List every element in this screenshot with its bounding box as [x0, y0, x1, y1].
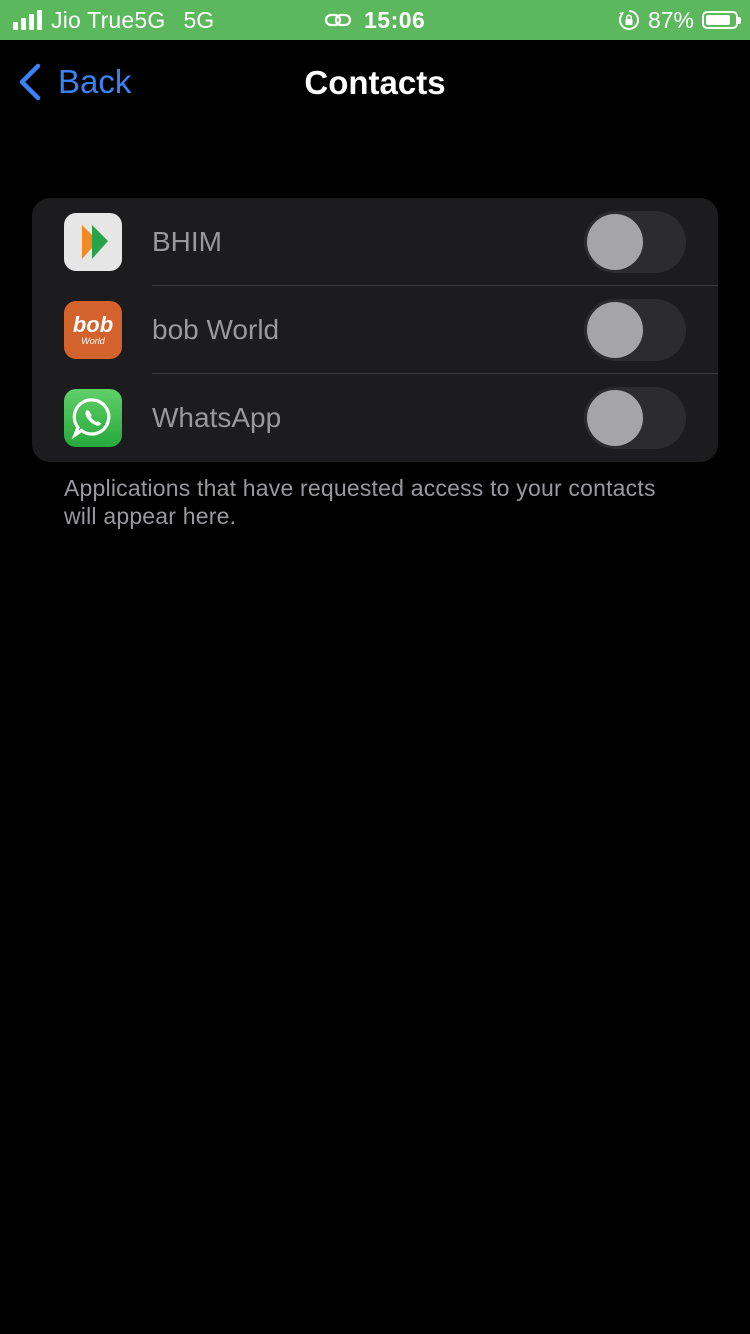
status-bar: Jio True5G 5G 15:06 87%: [0, 0, 750, 40]
bob-logo-subtext: World: [81, 336, 105, 346]
toggle-knob: [587, 390, 643, 446]
status-right: 87%: [618, 0, 741, 40]
battery-icon: [702, 11, 741, 29]
list-item: bob World bob World: [32, 286, 718, 374]
navigation-bar: Back Contacts: [0, 40, 750, 128]
whatsapp-app-icon: [64, 389, 122, 447]
link-icon: [324, 13, 352, 27]
app-name: bob World: [152, 314, 280, 345]
toggle-knob: [587, 302, 643, 358]
bob-logo-text: bob: [73, 312, 113, 337]
app-name: WhatsApp: [152, 402, 282, 433]
bhim-app-icon: [64, 213, 122, 271]
bob-world-app-icon: bob World: [64, 301, 122, 359]
list-item: WhatsApp: [32, 374, 718, 462]
bob-world-contacts-toggle[interactable]: [584, 299, 686, 361]
page-title: Contacts: [304, 64, 446, 101]
whatsapp-contacts-toggle[interactable]: [584, 387, 686, 449]
app-name: BHIM: [152, 226, 222, 257]
orientation-lock-icon: [618, 10, 639, 30]
battery-tip: [738, 17, 741, 24]
signal-icon: [13, 10, 42, 30]
battery-level: [706, 15, 730, 25]
status-center: 15:06: [324, 0, 425, 40]
status-time: 15:06: [364, 6, 426, 33]
toggle-knob: [587, 214, 643, 270]
battery-percent: 87%: [647, 6, 694, 33]
carrier-name: Jio True5G: [51, 6, 166, 33]
list-item: BHIM: [32, 198, 718, 286]
footer-note: Applications that have requested access …: [64, 475, 656, 529]
bhim-contacts-toggle[interactable]: [584, 211, 686, 273]
network-type: 5G: [183, 6, 215, 33]
app-list: BHIM bob World bob World WhatsApp: [32, 198, 718, 462]
status-left: Jio True5G 5G: [13, 0, 214, 40]
